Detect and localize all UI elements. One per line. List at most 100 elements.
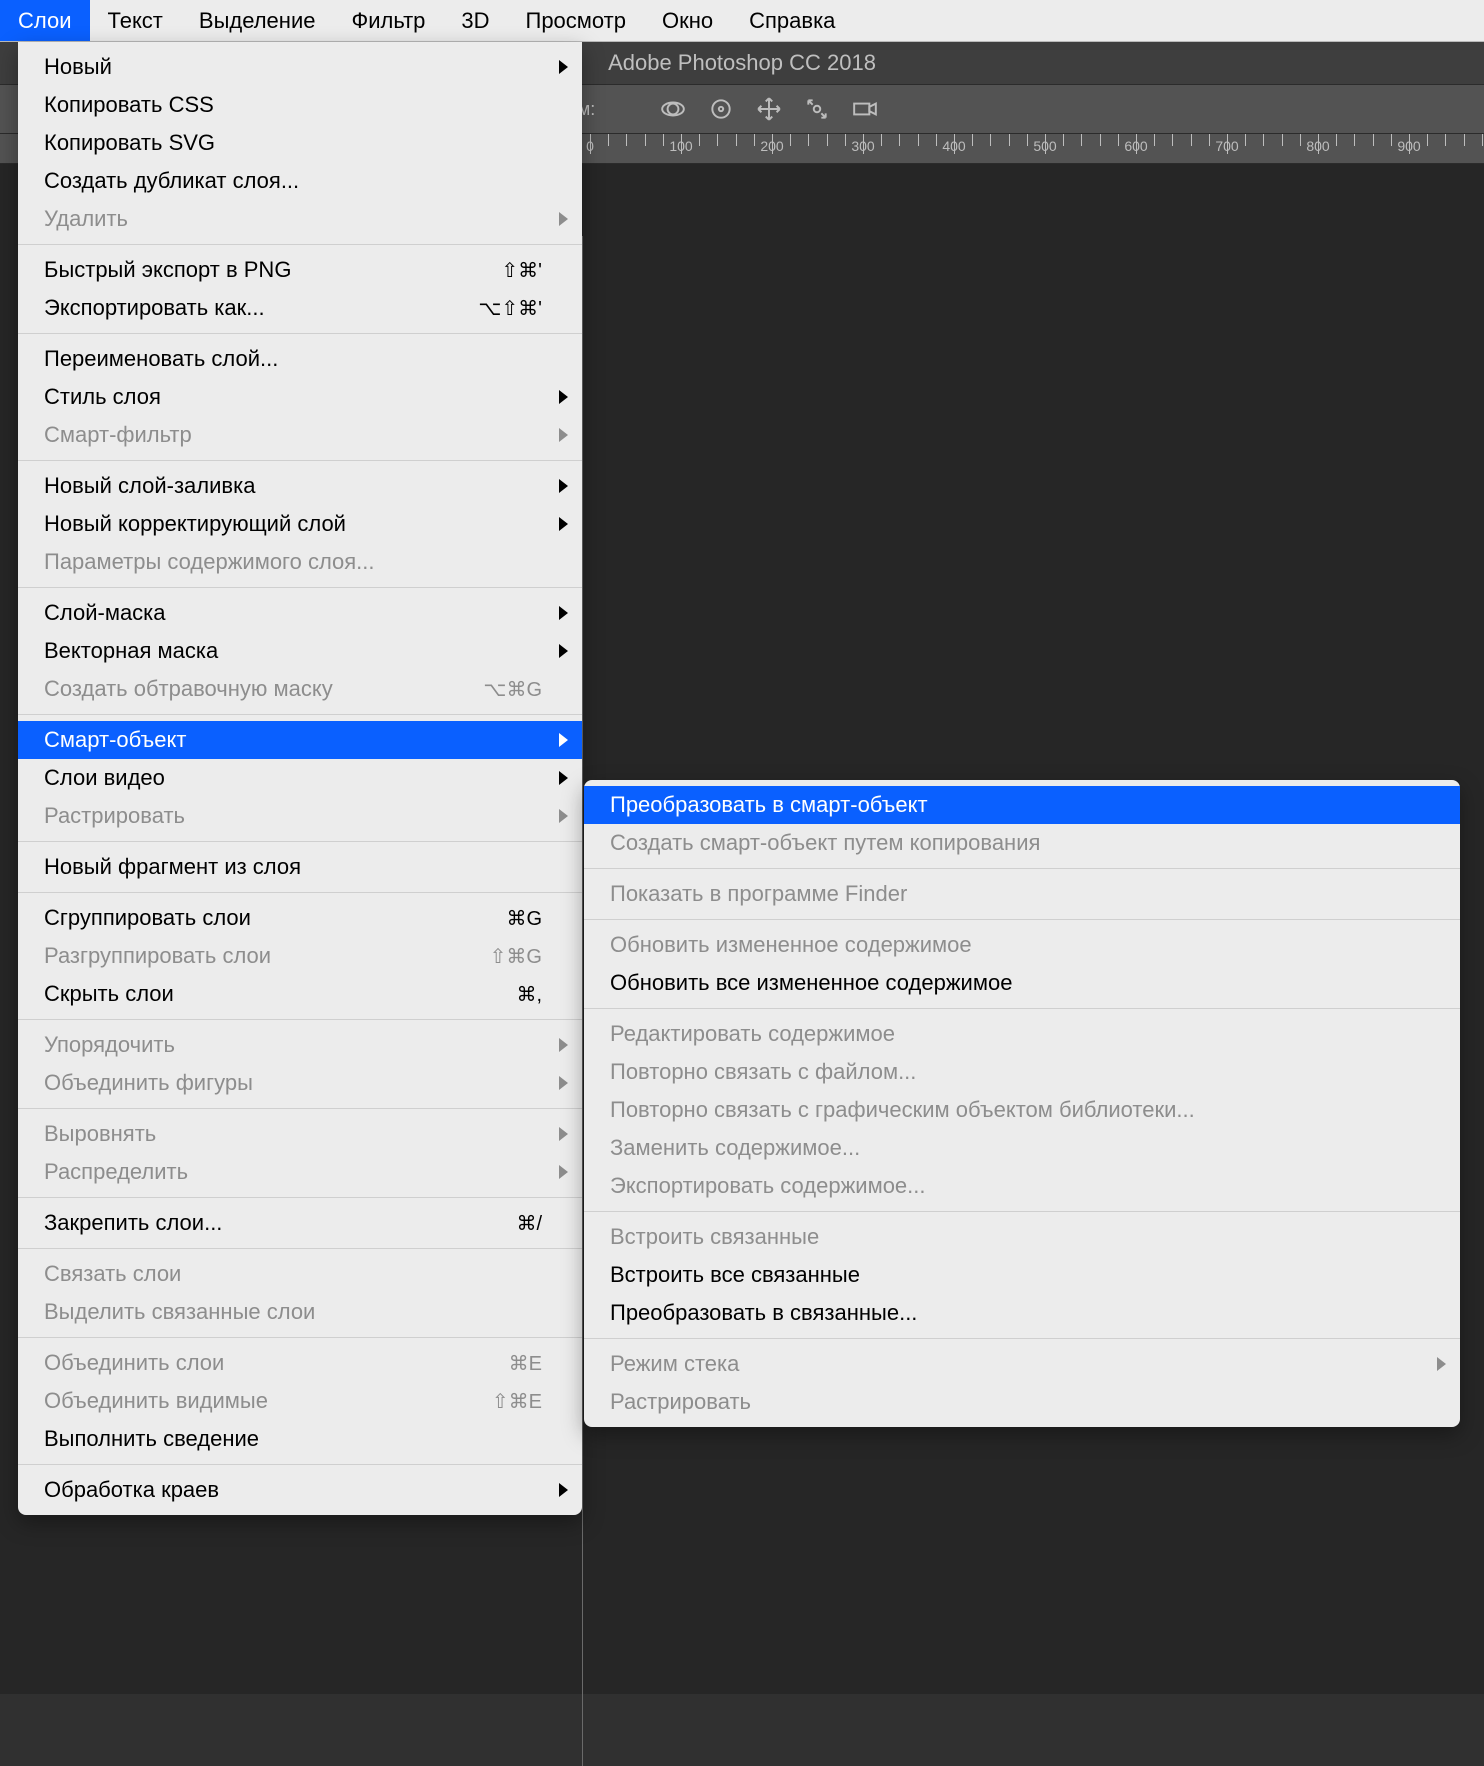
menu-label: Окно [662, 8, 713, 34]
submenu-arrow-icon [1437, 1357, 1446, 1371]
layers-menu-item: Связать слои [18, 1255, 582, 1293]
layers-menu-item[interactable]: Слои видео [18, 759, 582, 797]
layers-menu-item[interactable]: Быстрый экспорт в PNG⇧⌘' [18, 251, 582, 289]
shortcut: ⌘G [506, 906, 542, 931]
layers-menu-item[interactable]: Сгруппировать слои⌘G [18, 899, 582, 937]
layers-menu-item: Параметры содержимого слоя... [18, 543, 582, 581]
smart-object-submenu-item: Создать смарт-объект путем копирования [584, 824, 1460, 862]
layers-menu-item[interactable]: Слой-маска [18, 594, 582, 632]
menu-item-label: Объединить фигуры [44, 1070, 253, 1096]
menu-item-label: Упорядочить [44, 1032, 175, 1058]
menu-view[interactable]: Просмотр [508, 0, 644, 41]
separator [584, 868, 1460, 869]
menu-item-label: Повторно связать с графическим объектом … [610, 1097, 1195, 1123]
menu-item-label: Растрировать [44, 803, 185, 829]
layers-menu-item[interactable]: Обработка краев [18, 1471, 582, 1509]
orbit-icon[interactable] [660, 96, 686, 122]
smart-object-submenu-item[interactable]: Преобразовать в смарт-объект [584, 786, 1460, 824]
menu-item-label: Новый фрагмент из слоя [44, 854, 301, 880]
smart-object-submenu-item[interactable]: Обновить все измененное содержимое [584, 964, 1460, 1002]
menu-text[interactable]: Текст [90, 0, 181, 41]
ruler-label: 500 [1033, 138, 1056, 154]
camera-icon[interactable] [852, 96, 878, 122]
menu-item-label: Новый [44, 54, 112, 80]
submenu-arrow-icon [559, 644, 568, 658]
app-title: Adobe Photoshop CC 2018 [608, 50, 876, 76]
menu-item-label: Повторно связать с файлом... [610, 1059, 916, 1085]
menu-item-label: Векторная маска [44, 638, 218, 664]
layers-menu-item[interactable]: Выполнить сведение [18, 1420, 582, 1458]
smart-object-submenu-item[interactable]: Преобразовать в связанные... [584, 1294, 1460, 1332]
submenu-arrow-icon [559, 479, 568, 493]
menu-item-label: Копировать SVG [44, 130, 215, 156]
menu-item-label: Параметры содержимого слоя... [44, 549, 375, 575]
layers-menu-item[interactable]: Создать дубликат слоя... [18, 162, 582, 200]
separator [584, 1338, 1460, 1339]
shortcut: ⌘E [509, 1351, 542, 1376]
shortcut: ⌘/ [516, 1211, 542, 1236]
smart-object-submenu: Преобразовать в смарт-объектСоздать смар… [584, 780, 1460, 1427]
menu-label: Слои [18, 8, 72, 34]
menubar: Слои Текст Выделение Фильтр 3D Просмотр … [0, 0, 1484, 42]
menu-window[interactable]: Окно [644, 0, 731, 41]
submenu-arrow-icon [559, 428, 568, 442]
menu-item-label: Встроить все связанные [610, 1262, 860, 1288]
menu-item-label: Экспортировать как... [44, 295, 265, 321]
submenu-arrow-icon [559, 60, 568, 74]
rotate-icon[interactable] [804, 96, 830, 122]
layers-menu-item[interactable]: Векторная маска [18, 632, 582, 670]
ruler-label: 800 [1306, 138, 1329, 154]
separator [18, 1248, 582, 1249]
menu-item-label: Распределить [44, 1159, 188, 1185]
target-icon[interactable] [708, 96, 734, 122]
smart-object-submenu-item: Заменить содержимое... [584, 1129, 1460, 1167]
layers-dropdown: Новый Копировать CSS Копировать SVG Создать… [18, 42, 582, 1515]
layers-menu-item: Удалить [18, 200, 582, 238]
layers-menu-item[interactable]: Новый корректирующий слой [18, 505, 582, 543]
submenu-arrow-icon [559, 1038, 568, 1052]
move-icon[interactable] [756, 96, 782, 122]
submenu-arrow-icon [559, 733, 568, 747]
menu-filter[interactable]: Фильтр [333, 0, 443, 41]
layers-menu-item[interactable]: Копировать CSS [18, 86, 582, 124]
separator [18, 1464, 582, 1465]
menu-label: Текст [108, 8, 163, 34]
menu-label: Справка [749, 8, 835, 34]
menu-help[interactable]: Справка [731, 0, 853, 41]
menu-item-label: Новый слой-заливка [44, 473, 255, 499]
layers-menu-item: Объединить фигуры [18, 1064, 582, 1102]
layers-menu-item[interactable]: Копировать SVG [18, 124, 582, 162]
menu-item-label: Скрыть слои [44, 981, 174, 1007]
menu-item-label: Преобразовать в связанные... [610, 1300, 917, 1326]
layers-menu-item[interactable]: Экспортировать как...⌥⇧⌘' [18, 289, 582, 327]
layers-menu-item[interactable]: Новый фрагмент из слоя [18, 848, 582, 886]
menu-layers[interactable]: Слои [0, 0, 90, 41]
ruler-label: 0 [586, 138, 594, 154]
menu-item-label: Растрировать [610, 1389, 751, 1415]
layers-menu-item[interactable]: Переименовать слой... [18, 340, 582, 378]
menu-item-label: Слой-маска [44, 600, 166, 626]
layers-menu-item[interactable]: Смарт-объект [18, 721, 582, 759]
menu-3d[interactable]: 3D [443, 0, 507, 41]
submenu-arrow-icon [559, 1127, 568, 1141]
layers-menu-item[interactable]: Закрепить слои...⌘/ [18, 1204, 582, 1242]
layers-menu-item[interactable]: Стиль слоя [18, 378, 582, 416]
menu-selection[interactable]: Выделение [181, 0, 334, 41]
layers-menu-item[interactable]: Новый слой-заливка [18, 467, 582, 505]
smart-object-submenu-item: Растрировать [584, 1383, 1460, 1421]
separator [584, 919, 1460, 920]
smart-object-submenu-item: Повторно связать с файлом... [584, 1053, 1460, 1091]
smart-object-submenu-item: Режим стека [584, 1345, 1460, 1383]
layers-menu-item: Растрировать [18, 797, 582, 835]
layers-menu-item[interactable]: Новый [18, 48, 582, 86]
submenu-arrow-icon [559, 1165, 568, 1179]
smart-object-submenu-item: Редактировать содержимое [584, 1015, 1460, 1053]
submenu-arrow-icon [559, 517, 568, 531]
smart-object-submenu-item: Обновить измененное содержимое [584, 926, 1460, 964]
shortcut: ⌥⌘G [483, 677, 542, 702]
layers-menu-item[interactable]: Скрыть слои⌘, [18, 975, 582, 1013]
separator [18, 1108, 582, 1109]
ruler-label: 900 [1397, 138, 1420, 154]
menu-item-label: Обработка краев [44, 1477, 219, 1503]
smart-object-submenu-item[interactable]: Встроить все связанные [584, 1256, 1460, 1294]
